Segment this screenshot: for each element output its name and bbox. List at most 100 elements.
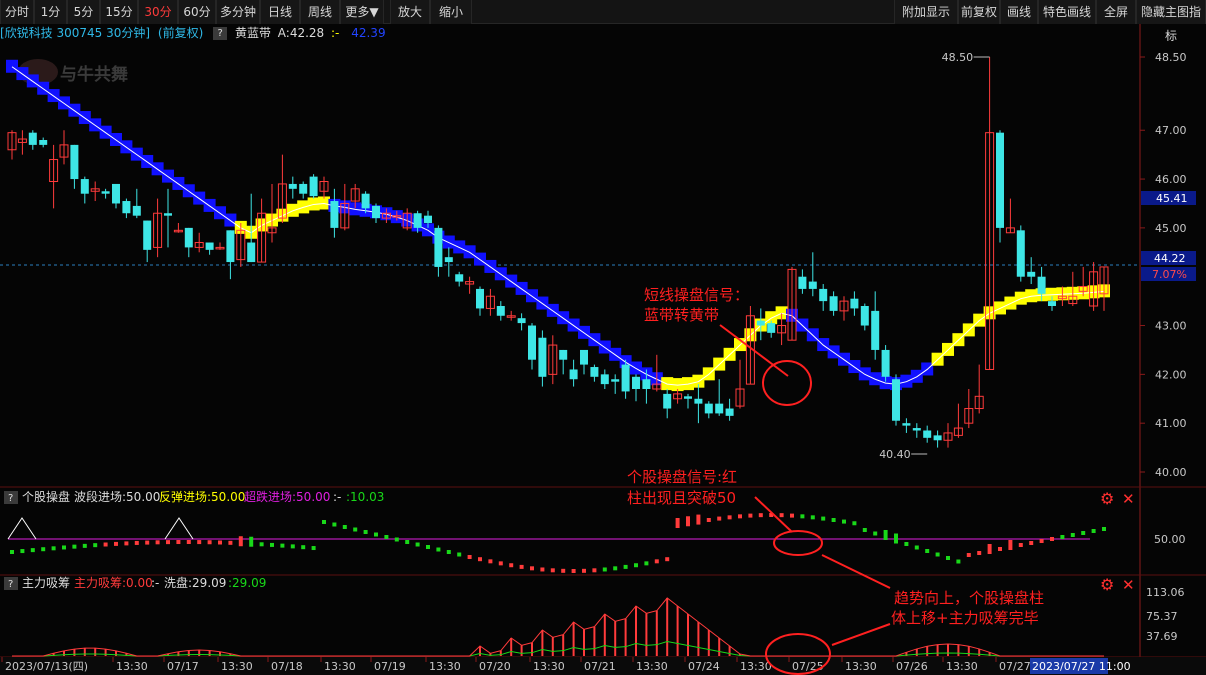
x-tick-label: 07/25: [792, 660, 824, 673]
x-tick-label: 13:30: [429, 660, 461, 673]
sub1-dot: [602, 567, 607, 572]
svg-text:与牛共舞: 与牛共舞: [60, 64, 128, 85]
candle-body: [205, 242, 214, 250]
sub1-dot: [457, 552, 462, 557]
candle-body: [309, 176, 318, 197]
sub1-dot: [779, 513, 784, 518]
candle-body: [70, 144, 79, 180]
toolbar-btn-1[interactable]: 1分: [34, 0, 67, 24]
candle-body: [663, 393, 672, 409]
x-tick-label: 07/21: [584, 660, 616, 673]
candle-body: [538, 337, 547, 377]
candle-body: [476, 288, 484, 309]
sub2-close-icon: ✕: [1122, 576, 1135, 594]
candle-body: [80, 179, 89, 194]
candle-body: [122, 201, 131, 214]
sub1-dot: [322, 520, 326, 524]
sub1-dot: [103, 542, 108, 547]
toolbar-btn-5[interactable]: 60分: [178, 0, 216, 24]
toolbar-btn-6[interactable]: 多分钟: [216, 0, 260, 24]
sub1-dot: [342, 525, 347, 529]
sub1-dot: [966, 553, 971, 557]
toolbar-right-btn-4[interactable]: 全屏: [1096, 0, 1136, 24]
x-axis: 2023/07/13(四) 13:30 07/17 13:30 07/18 13:30 07…: [0, 657, 1206, 675]
sub1-dot: [758, 513, 763, 518]
toolbar-right-btn-1[interactable]: 前复权: [958, 0, 1000, 24]
sub1-dot: [946, 556, 950, 560]
toolbar-right-btn-3[interactable]: 特色画线: [1038, 0, 1096, 24]
sub1-s2: 反弹进场:50.00: [159, 490, 245, 504]
band-block: [6, 59, 18, 73]
sub1-dot: [426, 545, 430, 549]
y-tick-label: 43.00: [1155, 320, 1187, 333]
toolbar-btn-8[interactable]: 周线: [300, 0, 340, 24]
candle-body: [372, 205, 380, 219]
x-tick-label: 13:30: [324, 660, 356, 673]
toolbar-btn-3[interactable]: 15分: [100, 0, 138, 24]
toolbar-right-btn-2[interactable]: 画线: [1000, 0, 1038, 24]
candle-body: [1027, 271, 1036, 277]
sub1-s5: :10.03: [346, 490, 384, 504]
adjust-mode: (前复权): [157, 26, 204, 40]
toolbar-right-btn-0[interactable]: 附加显示: [894, 0, 958, 24]
candle-body: [247, 242, 256, 263]
sub1-dot: [228, 540, 233, 545]
help-button[interactable]: ?: [213, 27, 228, 40]
candle-body: [860, 306, 869, 326]
sub1-help-q: ?: [8, 493, 13, 504]
sub1-dot: [332, 522, 337, 527]
sub1-dot: [145, 540, 150, 545]
candle-body: [299, 183, 308, 194]
candle-body: [413, 213, 422, 228]
x-tick-label: 13:30: [636, 660, 668, 673]
candle-body: [892, 379, 900, 421]
candle-body: [632, 376, 640, 389]
candle-body: [361, 193, 370, 209]
sub1-dot: [810, 515, 815, 520]
toolbar-btn-2[interactable]: 5分: [67, 0, 100, 24]
candle-body: [288, 183, 297, 189]
toolbar-right-btn-5[interactable]: 隐藏主图指标: [1136, 0, 1206, 43]
candle-body: [808, 281, 817, 289]
candle-body: [1016, 230, 1025, 277]
candle-body: [704, 403, 713, 414]
candle-body: [528, 325, 536, 360]
x-tick-label: 07/26: [896, 660, 928, 673]
toolbar-btn-9[interactable]: 更多▼: [340, 0, 384, 24]
annotation-sub1-line1: 个股操盘信号:红: [627, 468, 737, 486]
sub1-dot: [873, 531, 878, 536]
sub1-dot: [405, 540, 410, 544]
sub1-dot: [800, 514, 805, 519]
sub1-dot: [1039, 539, 1044, 543]
sub1-dot: [82, 543, 87, 548]
annotation-sub2-line1: 趋势向上，个股操盘柱: [894, 589, 1044, 607]
x-tick-label: 07/19: [374, 660, 406, 673]
sub1-dot: [634, 563, 638, 568]
candle-body: [517, 318, 526, 324]
toolbar-btn-10[interactable]: 放大: [390, 0, 430, 24]
sub1-dot: [353, 527, 358, 532]
sub2-y-tick: 75.37: [1146, 610, 1178, 623]
toolbar-btn-7[interactable]: 日线: [260, 0, 300, 24]
candle-body: [871, 310, 880, 350]
sub1-dot: [696, 514, 701, 525]
x-cursor-label: 2023/07/27 11:00: [1032, 660, 1131, 673]
sub1-dot: [623, 564, 628, 569]
sub1-dot: [446, 550, 451, 554]
candle-body: [226, 230, 235, 263]
sub1-dot: [51, 546, 56, 551]
sub1-dot: [218, 540, 222, 545]
sub1-dot: [1070, 533, 1075, 537]
toolbar-btn-11[interactable]: 缩小: [430, 0, 472, 24]
toolbar-btn-0[interactable]: 分时: [0, 0, 34, 24]
sub1-dot: [862, 528, 867, 532]
sub2-help-q: ?: [8, 579, 13, 590]
sub1-dot: [894, 533, 898, 544]
candle-body: [684, 396, 692, 399]
annotation-main-line1: 短线操盘信号：: [644, 286, 749, 304]
last-price-label: 44.22: [1154, 252, 1186, 265]
sub1-dot: [394, 537, 399, 542]
sub2-s2: :-: [151, 576, 159, 590]
candle-body: [611, 379, 620, 382]
toolbar-btn-4[interactable]: 30分: [138, 0, 178, 24]
